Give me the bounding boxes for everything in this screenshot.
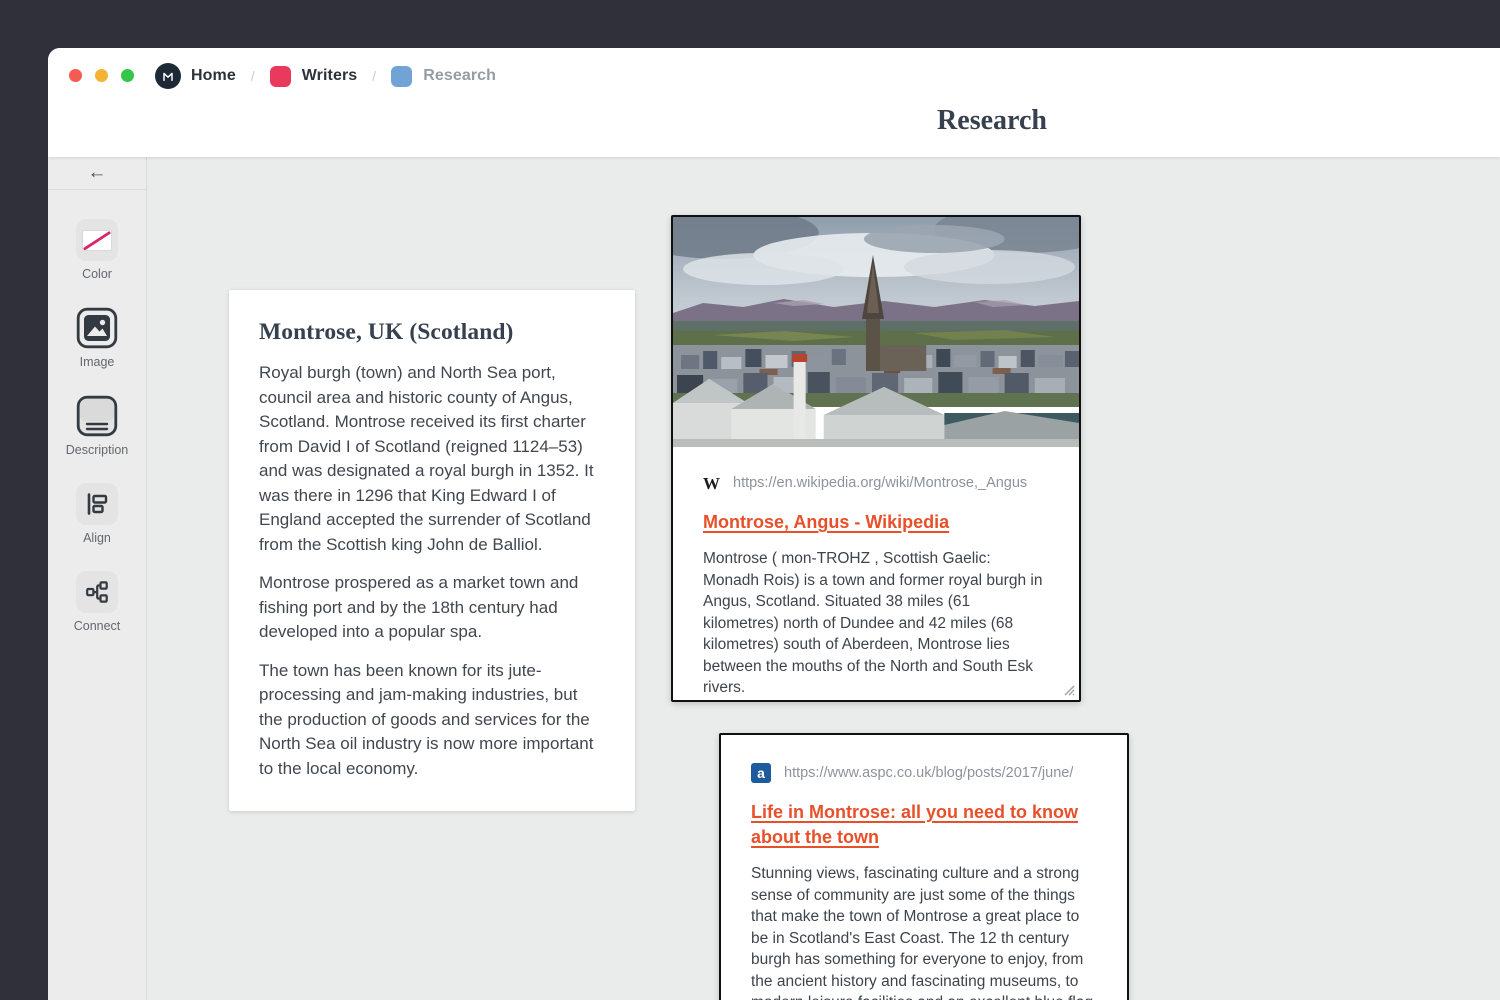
- note-card-montrose[interactable]: Montrose, UK (Scotland) Royal burgh (tow…: [229, 290, 635, 811]
- link-description: Montrose ( mon-TROHZ , Scottish Gaelic: …: [703, 548, 1049, 699]
- research-board-icon: [391, 66, 412, 87]
- tool-label: Connect: [74, 619, 121, 633]
- align-icon: [84, 491, 110, 517]
- breadcrumb-item-home[interactable]: Home: [191, 67, 236, 85]
- tool-sidebar: ← Color I: [48, 157, 147, 1000]
- close-window-button[interactable]: [69, 69, 82, 82]
- link-title-aspc[interactable]: Life in Montrose: all you need to know a…: [751, 800, 1097, 850]
- window-controls: [69, 69, 134, 82]
- collapse-sidebar-button[interactable]: ←: [48, 157, 146, 190]
- minimize-window-button[interactable]: [95, 69, 108, 82]
- link-title-wikipedia[interactable]: Montrose, Angus - Wikipedia: [703, 510, 949, 535]
- link-description: Stunning views, fascinating culture and …: [751, 863, 1097, 1000]
- breadcrumb-item-writers[interactable]: Writers: [302, 67, 358, 85]
- image-icon: [76, 307, 118, 349]
- link-url-row: a https://www.aspc.co.uk/blog/posts/2017…: [751, 763, 1097, 783]
- tool-label: Color: [82, 267, 112, 281]
- breadcrumb-separator: /: [372, 68, 376, 84]
- tool-label: Align: [83, 531, 111, 545]
- link-url: https://en.wikipedia.org/wiki/Montrose,_…: [733, 475, 1027, 491]
- description-icon: [76, 395, 118, 437]
- link-url: https://www.aspc.co.uk/blog/posts/2017/j…: [784, 765, 1073, 781]
- link-card-wikipedia[interactable]: W https://en.wikipedia.org/wiki/Montrose…: [671, 215, 1081, 702]
- tool-description[interactable]: Description: [66, 395, 129, 457]
- board-title[interactable]: Research: [937, 105, 1047, 137]
- note-paragraph: Royal burgh (town) and North Sea port, c…: [259, 361, 605, 557]
- tool-label: Description: [66, 443, 129, 457]
- zoom-window-button[interactable]: [121, 69, 134, 82]
- connect-icon: [84, 579, 110, 605]
- tool-connect[interactable]: Connect: [74, 571, 121, 633]
- note-paragraph: Montrose prospered as a market town and …: [259, 571, 605, 645]
- link-card-aspc[interactable]: a https://www.aspc.co.uk/blog/posts/2017…: [719, 733, 1129, 1000]
- breadcrumb: Home / Writers / Research: [155, 63, 496, 89]
- wikipedia-favicon: W: [703, 475, 720, 492]
- app-window: Home / Writers / Research Research ← Col: [48, 48, 1500, 1000]
- montrose-town-photo: [673, 217, 1079, 447]
- note-paragraph: The town has been known for its jute-pro…: [259, 659, 605, 782]
- breadcrumb-separator: /: [251, 68, 255, 84]
- resize-handle-icon[interactable]: [1061, 682, 1075, 696]
- aspc-favicon: a: [751, 763, 771, 783]
- link-url-row: W https://en.wikipedia.org/wiki/Montrose…: [703, 473, 1049, 493]
- color-swatch-icon: [82, 230, 112, 251]
- left-arrow-icon: ←: [88, 162, 107, 184]
- tool-color[interactable]: Color: [76, 219, 118, 281]
- tool-image[interactable]: Image: [76, 307, 118, 369]
- board-canvas[interactable]: Montrose, UK (Scotland) Royal burgh (tow…: [147, 157, 1500, 1000]
- note-title: Montrose, UK (Scotland): [259, 319, 605, 346]
- tool-align[interactable]: Align: [76, 483, 118, 545]
- header-bar: Home / Writers / Research Research: [48, 48, 1500, 157]
- writers-board-icon[interactable]: [270, 66, 291, 87]
- milanote-logo-icon[interactable]: [155, 63, 181, 89]
- breadcrumb-item-research: Research: [423, 67, 496, 85]
- tool-label: Image: [80, 355, 115, 369]
